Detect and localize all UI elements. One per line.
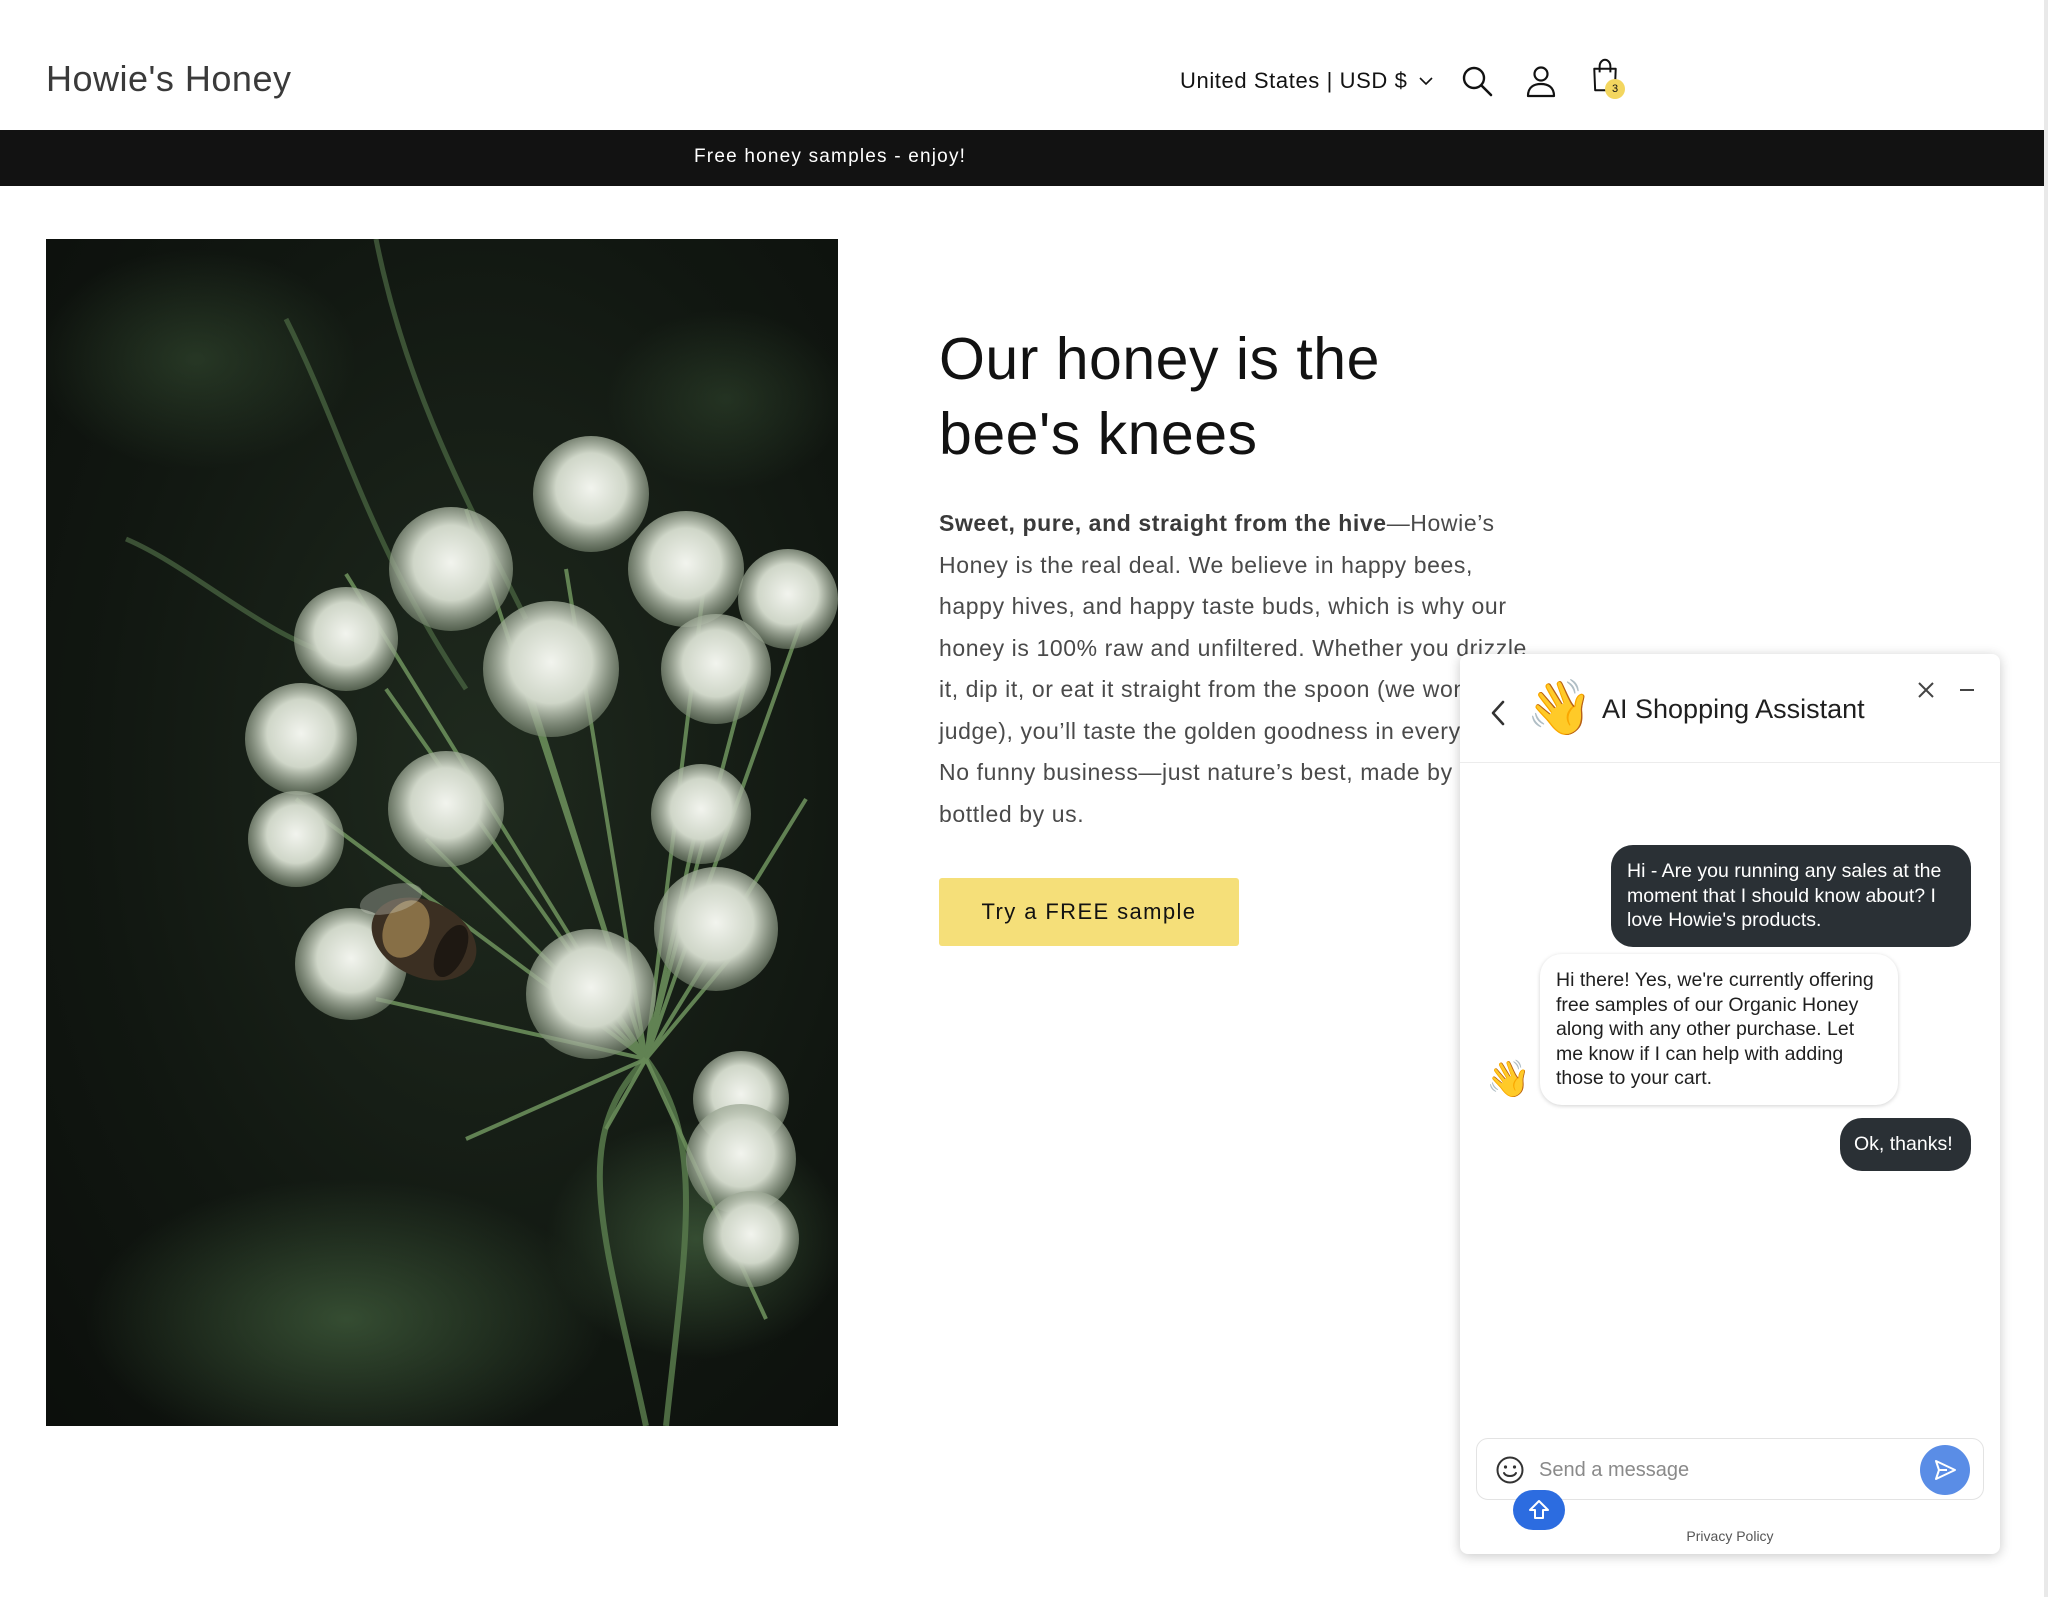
hero-description-bold: Sweet, pure, and straight from the hive [939, 510, 1387, 536]
country-currency-selector[interactable]: United States | USD $ [1180, 68, 1433, 94]
page-scrollbar[interactable] [2044, 0, 2048, 1597]
assistant-avatar-icon: 👋 [1486, 1058, 1531, 1099]
cart-count-badge: 3 [1605, 79, 1625, 99]
announcement-bar: Free honey samples - enjoy! [0, 130, 2048, 186]
privacy-policy-label: Privacy Policy [1686, 1528, 1774, 1544]
account-icon[interactable] [1524, 64, 1558, 98]
brand-logo[interactable]: Howie's Honey [46, 58, 291, 100]
hero-image [46, 239, 838, 1426]
scroll-top-button[interactable] [1513, 1490, 1565, 1530]
waving-hand-icon: 👋 [1526, 678, 1594, 738]
country-currency-label: United States | USD $ [1180, 68, 1408, 93]
chat-widget: 👋 AI Shopping Assistant Hi - Are you run… [1460, 654, 2000, 1554]
hero-description: Sweet, pure, and straight from the hive—… [939, 503, 1539, 835]
free-sample-button[interactable]: Try a FREE sample [939, 878, 1239, 946]
search-icon[interactable] [1460, 64, 1494, 98]
hero-description-text: —Howie’s Honey is the real deal. We beli… [939, 510, 1527, 827]
user-message: Ok, thanks! [1840, 1118, 1971, 1171]
hero-title: Our honey is the bee's knees [939, 322, 1539, 472]
chat-title: AI Shopping Assistant [1602, 694, 1865, 724]
privacy-policy-link[interactable]: Privacy Policy [1460, 1528, 2000, 1544]
minimize-icon[interactable] [1957, 680, 1977, 700]
upload-arrow-icon [1529, 1500, 1549, 1519]
send-icon [1935, 1460, 1956, 1480]
announcement-text: Free honey samples - enjoy! [694, 146, 967, 167]
chat-header: 👋 AI Shopping Assistant [1460, 654, 2000, 763]
back-arrow-icon[interactable] [1490, 700, 1506, 726]
hero-title-line-2: bee's knees [939, 401, 1258, 467]
send-button[interactable] [1920, 1445, 1970, 1495]
chevron-down-icon [1419, 76, 1433, 85]
assistant-message: Hi there! Yes, we're currently offering … [1540, 954, 1898, 1105]
user-message: Hi - Are you running any sales at the mo… [1611, 845, 1971, 947]
emoji-picker-icon[interactable] [1495, 1455, 1525, 1485]
message-input[interactable] [1537, 1453, 1901, 1487]
close-icon[interactable] [1916, 680, 1936, 700]
flower-bee-photo [46, 239, 838, 1426]
site-header: Howie's Honey United States | USD $ 3 [0, 0, 2048, 130]
hero-title-line-1: Our honey is the [939, 326, 1380, 392]
